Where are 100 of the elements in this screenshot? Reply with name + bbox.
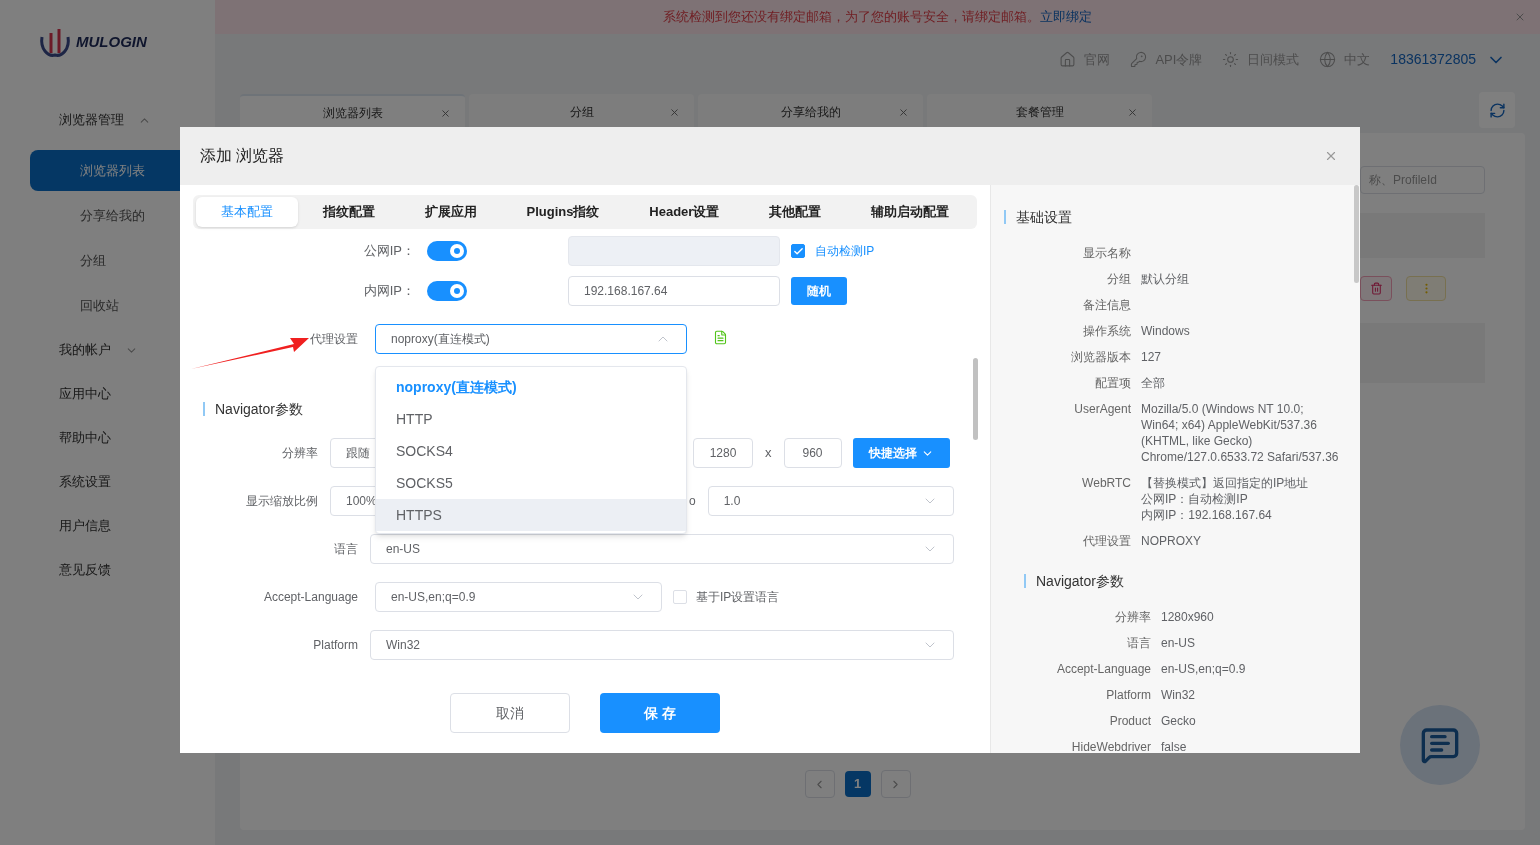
page-button[interactable]: 1 <box>844 771 871 797</box>
summary-label: 备注信息 <box>1082 297 1131 313</box>
summary-label: 语言 <box>1126 635 1151 651</box>
summary-label: 浏览器版本 <box>1070 349 1131 365</box>
ratio-select[interactable]: 1.0 <box>707 486 954 516</box>
refresh-icon <box>1488 101 1506 119</box>
summary-value: Gecko <box>1161 713 1196 729</box>
field-label: 内网IP： <box>362 282 415 301</box>
summary-value: 内网IP：192.168.167.64 <box>1141 507 1273 523</box>
document-icon[interactable] <box>713 330 728 345</box>
home-icon <box>1059 51 1077 68</box>
close-icon[interactable] <box>1324 149 1338 163</box>
summary-value: (KHTML, like Gecko) <box>1141 433 1254 449</box>
language-select[interactable]: en-US,en;q=0.9 <box>375 582 662 612</box>
refresh-button[interactable] <box>1479 92 1515 128</box>
close-icon[interactable] <box>898 106 909 118</box>
summary-value: false <box>1161 739 1187 753</box>
menu-item[interactable]: 浏览器管理 <box>0 98 215 142</box>
field-label: 分辨率 <box>281 445 318 462</box>
dropdown-option[interactable]: SOCKS4 <box>376 435 686 467</box>
config-tab[interactable]: 其他配置 <box>744 197 847 227</box>
config-tab[interactable]: Plugins指纹 <box>501 197 625 227</box>
summary-value: Windows <box>1141 323 1190 339</box>
summary-value: Win64; x64) AppleWebKit/537.36 <box>1141 417 1318 433</box>
option-select[interactable]: en-US <box>370 534 954 564</box>
section-title: Navigator参数 <box>215 399 303 419</box>
globe-icon <box>1319 51 1337 68</box>
option-select[interactable]: Win32 <box>370 630 954 660</box>
checkbox-label: 基于IP设置语言 <box>696 589 780 606</box>
key-icon <box>1130 51 1148 68</box>
checkbox-label: 自动检测IP <box>815 243 875 260</box>
summary-label: Product <box>1108 713 1151 729</box>
field-label: Accept-Language <box>262 589 358 606</box>
field-label: 显示缩放比例 <box>245 493 318 510</box>
dropdown-option[interactable]: HTTP <box>376 403 686 435</box>
config-tab[interactable]: 辅助启动配置 <box>846 197 975 227</box>
times-sign: x <box>765 444 772 463</box>
page-tab[interactable]: 套餐管理 <box>927 94 1152 130</box>
private-ip-field[interactable]: 192.168.167.64 <box>568 276 780 306</box>
logo-text: MULOGIN <box>76 32 147 53</box>
bind-link[interactable]: 立即绑定 <box>1040 9 1092 25</box>
dropdown-option[interactable]: SOCKS5 <box>376 467 686 499</box>
summary-value: 1280x960 <box>1161 609 1214 625</box>
summary-value: 默认分组 <box>1141 271 1189 287</box>
summary-label: UserAgent <box>1073 401 1131 418</box>
config-tab[interactable]: 扩展应用 <box>399 197 502 227</box>
trash-icon <box>1369 282 1383 295</box>
close-icon[interactable] <box>1514 11 1526 23</box>
page-tab[interactable]: 分组 <box>469 94 694 130</box>
field-label: 公网IP： <box>362 242 415 261</box>
summary-value: 公网IP：自动检测IP <box>1141 491 1249 507</box>
field-label: 语言 <box>333 541 358 558</box>
menu-item[interactable]: 我的帐户 <box>0 328 215 372</box>
summary-label: 操作系统 <box>1082 323 1131 339</box>
proxy-select[interactable]: noproxy(直连模式) <box>375 324 687 354</box>
summary-label: 分组 <box>1106 271 1131 287</box>
summary-value: 127 <box>1141 349 1162 365</box>
config-tab[interactable]: 指纹配置 <box>297 197 400 227</box>
summary-value: en-US,en;q=0.9 <box>1161 661 1246 677</box>
close-icon[interactable] <box>440 107 451 119</box>
field-label: 代理设置 <box>309 331 358 348</box>
summary-value: 【替换模式】返回指定的IP地址 <box>1141 475 1309 491</box>
config-tab[interactable]: Header设置 <box>624 197 745 227</box>
section-title: 基础设置 <box>1016 207 1072 227</box>
random-button[interactable]: 随机 <box>791 277 847 305</box>
dropdown-option[interactable]: HTTPS <box>376 499 686 531</box>
summary-label: 显示名称 <box>1082 245 1131 261</box>
page-tab[interactable]: 分享给我的 <box>698 94 923 130</box>
height-field[interactable]: 960 <box>783 438 842 468</box>
summary-value: Win32 <box>1161 687 1195 703</box>
toggle-switch[interactable] <box>427 281 467 301</box>
close-icon[interactable] <box>669 106 680 118</box>
summary-value: 全部 <box>1141 375 1165 391</box>
sun-icon <box>1222 51 1240 68</box>
width-field[interactable]: 1280 <box>693 438 753 468</box>
dropdown-option[interactable]: noproxy(直连模式) <box>376 371 686 403</box>
chat-icon <box>1420 725 1460 765</box>
summary-label: 配置项 <box>1094 375 1131 391</box>
summary-label: Accept-Language <box>1055 661 1151 677</box>
delete-button[interactable] <box>1360 276 1392 301</box>
summary-value: Mozilla/5.0 (Windows NT 10.0; <box>1141 401 1305 417</box>
account-menu[interactable]: 18361372805 <box>1390 49 1506 70</box>
logo-icon <box>38 26 72 59</box>
save-button[interactable]: 保 存 <box>600 693 720 733</box>
summary-label: WebRTC <box>1081 475 1131 492</box>
config-tab[interactable]: 基本配置 <box>196 197 298 227</box>
field-label: Platform <box>312 637 358 654</box>
summary-value: NOPROXY <box>1141 533 1201 549</box>
close-icon[interactable] <box>1127 106 1138 118</box>
summary-value: Chrome/127.0.6533.72 Safari/537.36 <box>1141 449 1339 465</box>
summary-label: 代理设置 <box>1082 533 1131 549</box>
page-tab[interactable]: 浏览器列表 <box>240 94 465 130</box>
cancel-button[interactable]: 取消 <box>450 693 570 733</box>
field-label: o <box>689 493 696 510</box>
section-title: Navigator参数 <box>1036 571 1124 591</box>
summary-label: 分辨率 <box>1114 609 1151 625</box>
summary-label: Platform <box>1105 687 1151 703</box>
summary-value: en-US <box>1161 635 1195 651</box>
notice-text: 系统检测到您还没有绑定邮箱，为了您的账号安全，请绑定邮箱。立即绑定 <box>663 8 1092 27</box>
quick-select-button[interactable]: 快捷选择 <box>852 438 950 468</box>
